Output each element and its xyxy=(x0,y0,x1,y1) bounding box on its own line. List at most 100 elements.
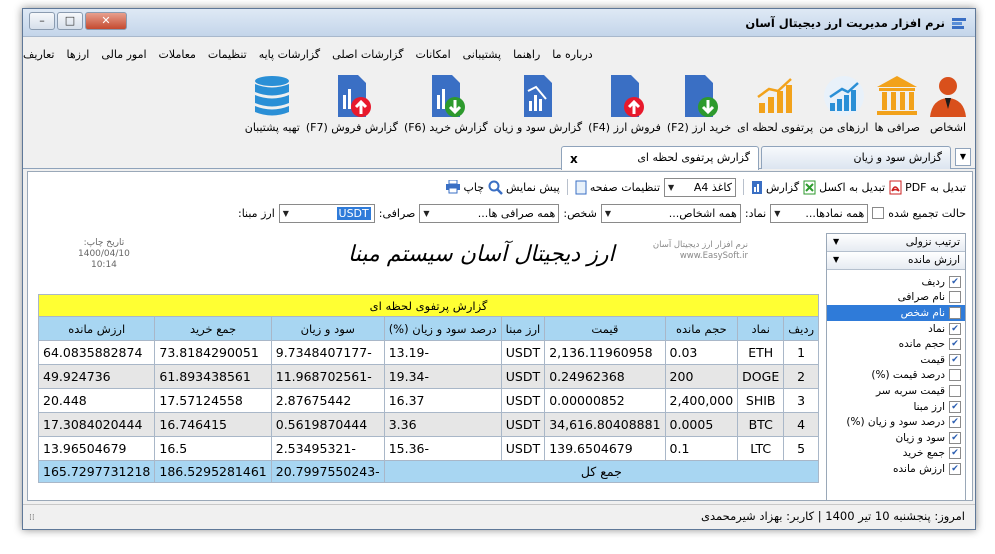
excel-icon xyxy=(803,180,816,194)
column-checkbox[interactable] xyxy=(949,306,961,319)
column-option[interactable]: درصد قیمت (%) xyxy=(827,368,965,384)
column-option[interactable]: ✔ حجم مانده xyxy=(827,336,965,352)
column-checkbox[interactable]: ✔ xyxy=(949,431,961,444)
ribbon-sell-report-button[interactable]: گزارش فروش (F7) xyxy=(303,73,401,143)
ribbon-buy-button[interactable]: خرید ارز (F2) xyxy=(664,73,734,143)
preview-button[interactable]: پیش نمایش xyxy=(488,180,560,195)
column-checkbox[interactable]: ✔ xyxy=(949,353,961,366)
pdf-export-button[interactable]: تبدیل به PDF xyxy=(889,180,966,195)
column-checkbox[interactable] xyxy=(949,384,961,397)
total-buy: 186.5295281461 xyxy=(154,460,272,483)
print-date: تاریخ چاپ: 1400/04/10 10:14 xyxy=(78,238,130,270)
menu-help[interactable]: راهنما xyxy=(513,48,540,74)
table-row[interactable]: 3 SHIB 2,400,000 0.00000852 USDT 16.37 2.87675… xyxy=(37,388,820,413)
column-option[interactable]: نام صرافی xyxy=(827,290,965,306)
person-select[interactable]: همه اشخاص... ▼ xyxy=(600,203,741,223)
column-checkbox[interactable]: ✔ xyxy=(949,416,961,429)
column-option[interactable]: نام شخص xyxy=(827,305,965,321)
column-option[interactable]: ✔ درصد سود و زیان (%) xyxy=(827,414,965,430)
menu-settings[interactable]: تنظیمات xyxy=(208,48,247,74)
col-header: ارز مبنا xyxy=(500,316,546,341)
filter-bar: ارز مبنا: USDT ▼ صرافی: همه صرافی ها... ▼ … xyxy=(238,202,966,224)
column-option[interactable]: قیمت سربه سر xyxy=(827,383,965,399)
menu-features[interactable]: امکانات xyxy=(415,48,450,74)
report-button[interactable]: گزارش xyxy=(751,180,799,195)
ribbon-my-currencies-button[interactable]: ارزهای من xyxy=(816,73,871,143)
menu-main-reports[interactable]: گزارشات اصلی xyxy=(332,48,403,74)
minimize-button[interactable]: – xyxy=(29,12,55,30)
tab-profit-report[interactable]: گزارش سود و زیان xyxy=(761,146,951,169)
paper-size-select[interactable]: کاغذ A4 ▼ xyxy=(664,177,737,197)
col-header: ردیف xyxy=(783,316,820,341)
report-document: تاریخ چاپ: 1400/04/10 10:14 ارز دیجیتال … xyxy=(37,228,828,498)
ribbon-profit-report-button[interactable]: گزارش سود و زیان xyxy=(491,73,586,143)
col-header: سود و زیان xyxy=(270,316,385,341)
report-small-icon xyxy=(752,180,763,194)
maximize-button[interactable]: □ xyxy=(57,12,83,30)
page-icon xyxy=(575,180,587,194)
column-option[interactable]: ✔ ردیف xyxy=(827,274,965,290)
column-option[interactable]: ✔ ارزش مانده xyxy=(827,461,965,477)
sort-order-dropdown[interactable]: ترتیب نزولی ▼ xyxy=(827,234,965,252)
ribbon-portfolio-button[interactable]: پرتفوی لحظه ای xyxy=(734,73,816,143)
chart-up-icon xyxy=(823,76,864,116)
status-text: امروز: پنجشنبه 10 تیر 1400 | کاربر: بهزا… xyxy=(700,509,965,523)
column-checkbox[interactable]: ✔ xyxy=(949,400,961,413)
total-label: جمع کل xyxy=(383,460,820,483)
tab-close-icon[interactable]: x xyxy=(570,152,578,166)
document-upload-icon xyxy=(610,75,644,117)
sort-field-dropdown[interactable]: ارزش مانده ▼ xyxy=(827,252,965,270)
bank-icon xyxy=(877,76,918,115)
exchange-select[interactable]: همه صرافی ها... ▼ xyxy=(419,203,560,223)
ribbon-exchanges-button[interactable]: صرافی ها xyxy=(871,73,923,143)
chevron-down-icon: ▼ xyxy=(833,237,840,246)
column-checkbox[interactable] xyxy=(949,291,961,304)
menu-trades[interactable]: معاملات xyxy=(159,48,196,74)
col-header: قیمت xyxy=(544,316,666,341)
column-checkbox[interactable]: ✔ xyxy=(949,275,961,288)
column-checkbox[interactable] xyxy=(949,369,961,382)
menu-bar: تعاریف ارزها امور مالی معاملات تنظیمات گ… xyxy=(23,38,975,74)
menu-support[interactable]: پشتیبانی xyxy=(463,48,501,74)
close-button[interactable]: ✕ xyxy=(85,12,127,30)
ribbon-backup-button[interactable]: تهیه پشتیبان xyxy=(242,73,303,143)
menu-currencies[interactable]: ارزها xyxy=(66,48,89,74)
table-row[interactable]: 2 DOGE 200 0.24962368 USDT -19.34 -11.96870256… xyxy=(37,364,820,389)
column-option[interactable]: ✔ قیمت xyxy=(827,352,965,368)
base-currency-select[interactable]: USDT ▼ xyxy=(278,203,375,223)
column-checkbox[interactable]: ✔ xyxy=(949,462,961,475)
excel-export-button[interactable]: تبدیل به اکسل xyxy=(803,180,885,195)
app-logo-icon xyxy=(952,18,966,29)
menu-definitions[interactable]: تعاریف xyxy=(23,48,54,74)
ribbon-buy-report-button[interactable]: گزارش خرید (F6) xyxy=(401,73,491,143)
column-option[interactable]: ✔ سود و زیان xyxy=(827,430,965,446)
column-checkbox[interactable]: ✔ xyxy=(949,447,961,460)
column-option[interactable]: ✔ جمع خرید xyxy=(827,446,965,462)
window-controls: – □ ✕ xyxy=(29,12,127,30)
tab-list-dropdown[interactable]: ▼ xyxy=(955,148,971,166)
menu-basic-reports[interactable]: گزارشات پایه xyxy=(259,48,320,74)
ribbon-persons-button[interactable]: اشخاص xyxy=(923,73,973,143)
table-row[interactable]: 4 BTC 0.0005 34,616.80408881 USDT 3.36 0.56198… xyxy=(37,412,820,437)
column-checkbox[interactable]: ✔ xyxy=(949,322,961,335)
column-list: ✔ ردیف نام صرافی نام شخص ✔ نماد ✔ حجم مانده… xyxy=(827,270,965,477)
menu-about[interactable]: درباره ما xyxy=(552,48,592,74)
column-option[interactable]: ✔ ارز مبنا xyxy=(827,399,965,415)
table-row[interactable]: 1 ETH 0.03 2,136.11960958 USDT -13.19 -9.73484… xyxy=(37,340,820,365)
pdf-icon xyxy=(889,180,902,194)
aggregate-checkbox[interactable] xyxy=(872,207,885,219)
table-row[interactable]: 5 LTC 0.1 139.6504679 USDT -15.36 -2.53495321 1… xyxy=(37,436,820,461)
col-header: ارزش مانده xyxy=(37,316,156,341)
printer-icon xyxy=(445,180,460,194)
resize-grip-icon[interactable]: ⁞⁞ xyxy=(29,513,35,523)
tab-portfolio-report[interactable]: گزارش پرتفوی لحظه ای x xyxy=(561,146,759,170)
col-header: نماد xyxy=(737,316,785,341)
window-title: نرم افزار مدیریت ارز دیجیتال آسان xyxy=(745,16,945,30)
ribbon-sell-button[interactable]: فروش ارز (F4) xyxy=(585,73,664,143)
page-settings-button[interactable]: تنظیمات صفحه xyxy=(575,180,660,195)
column-option[interactable]: ✔ نماد xyxy=(827,321,965,337)
print-button[interactable]: چاپ xyxy=(445,180,484,194)
column-checkbox[interactable]: ✔ xyxy=(949,338,961,351)
menu-finance[interactable]: امور مالی xyxy=(101,48,146,74)
symbol-select[interactable]: همه نمادها... ▼ xyxy=(770,203,869,223)
